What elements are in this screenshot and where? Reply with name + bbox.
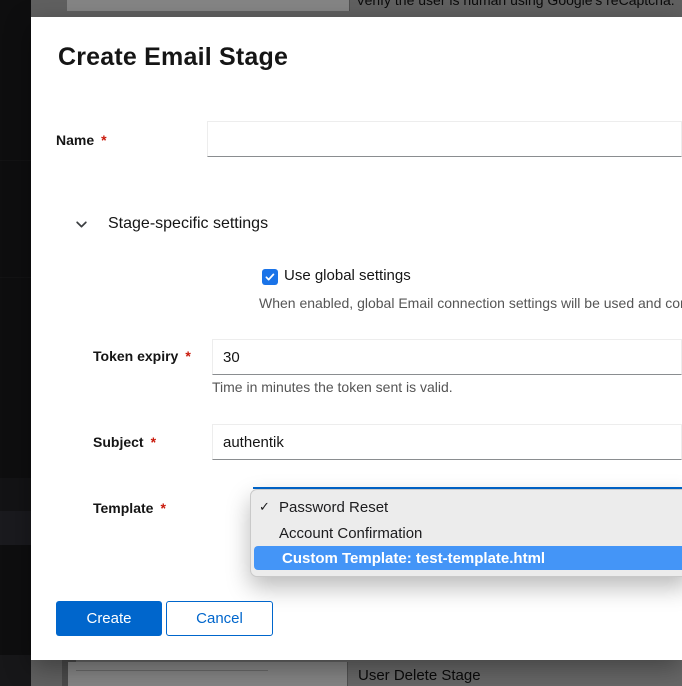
- dropdown-option-custom-template[interactable]: Custom Template: test-template.html: [254, 546, 682, 570]
- dropdown-option-account-confirmation[interactable]: Account Confirmation: [251, 520, 682, 546]
- modal-title: Create Email Stage: [58, 43, 288, 72]
- use-global-settings-help: When enabled, global Email connection se…: [259, 295, 682, 311]
- dropdown-option-password-reset[interactable]: ✓ Password Reset: [251, 494, 682, 520]
- group-header-label: Stage-specific settings: [108, 215, 268, 233]
- template-label: Template*: [93, 500, 166, 516]
- chevron-down-icon: [75, 218, 88, 231]
- name-input[interactable]: [207, 121, 682, 157]
- subject-label: Subject*: [93, 434, 156, 450]
- token-expiry-label: Token expiry*: [93, 348, 191, 364]
- create-button[interactable]: Create: [56, 601, 162, 636]
- token-expiry-help: Time in minutes the token sent is valid.: [212, 379, 453, 395]
- token-expiry-input[interactable]: [212, 339, 682, 375]
- check-icon: [264, 271, 276, 283]
- subject-input[interactable]: [212, 424, 682, 460]
- required-asterisk: *: [101, 132, 106, 148]
- required-asterisk: *: [151, 434, 156, 450]
- use-global-settings-label: Use global settings: [284, 267, 411, 284]
- template-dropdown-menu: ✓ Password Reset Account Confirmation Cu…: [250, 489, 682, 577]
- required-asterisk: *: [185, 348, 190, 364]
- name-label: Name*: [56, 132, 107, 148]
- use-global-settings-checkbox[interactable]: [262, 269, 278, 285]
- stage-specific-settings-toggle[interactable]: Stage-specific settings: [75, 215, 268, 233]
- create-email-stage-modal: Create Email Stage Name* Stage-specific …: [31, 17, 682, 660]
- selected-check-icon: ✓: [251, 499, 279, 515]
- required-asterisk: *: [160, 500, 165, 516]
- cancel-button[interactable]: Cancel: [166, 601, 273, 636]
